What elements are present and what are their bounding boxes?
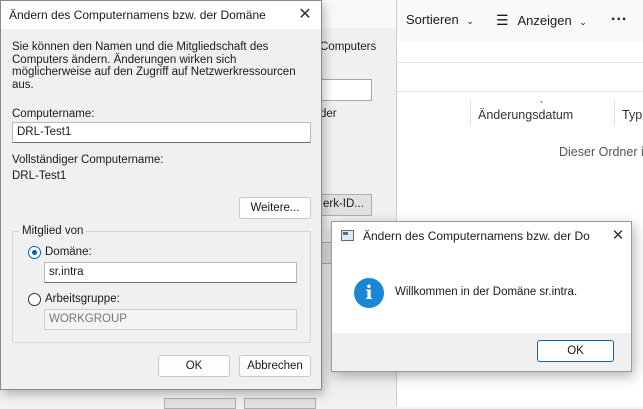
domain-value: sr.intra — [49, 266, 84, 278]
computer-name-input[interactable]: DRL-Test1 — [12, 122, 311, 143]
network-id-button-label: erk-ID... — [323, 198, 364, 210]
member-of-label: Mitglied von — [19, 225, 87, 237]
computer-name-label: Computername: — [12, 108, 95, 120]
view-icon: ☰ — [496, 12, 509, 28]
background-field — [320, 79, 372, 101]
more-button[interactable]: Weitere... — [239, 197, 311, 219]
column-header-date[interactable]: Änderungsdatum — [478, 108, 573, 122]
column-divider[interactable] — [614, 100, 615, 126]
background-button[interactable] — [164, 398, 236, 409]
dialog-description: Sie können den Namen und die Mitgliedsch… — [12, 41, 296, 91]
column-divider[interactable] — [470, 100, 471, 126]
network-id-button[interactable]: erk-ID... — [320, 194, 372, 216]
message-box-titlebar: Ändern des Computernamens bzw. der Do ✕ — [332, 222, 631, 250]
column-header-type-label: Typ — [622, 108, 643, 122]
view-button[interactable]: ☰ Anzeigen ⌄ — [496, 12, 587, 29]
computer-name-value: DRL-Test1 — [17, 126, 72, 138]
message-box-title: Ändern des Computernamens bzw. der Do — [363, 229, 590, 243]
chevron-down-icon: ⌄ — [579, 17, 587, 27]
full-name-value: DRL-Test1 — [12, 170, 67, 182]
sort-indicator-icon: ⌄ — [538, 96, 545, 105]
close-icon[interactable]: ✕ — [291, 3, 319, 27]
workgroup-radio[interactable] — [28, 293, 41, 306]
full-name-label: Vollständiger Computername: — [12, 154, 164, 166]
dialog-title: Ändern des Computernamens bzw. der Domän… — [9, 8, 266, 22]
welcome-message-box: Ändern des Computernamens bzw. der Do ✕ … — [331, 221, 632, 372]
cancel-button[interactable]: Abbrechen — [239, 355, 311, 377]
sort-button[interactable]: Sortieren ⌄ — [406, 12, 474, 27]
domain-radio[interactable] — [28, 246, 41, 259]
welcome-message: Willkommen in der Domäne sr.intra. — [395, 286, 578, 298]
workgroup-value: WORKGROUP — [49, 313, 127, 325]
column-header-type[interactable]: Typ — [622, 108, 642, 122]
address-area — [394, 62, 643, 92]
view-label: Anzeigen — [517, 13, 572, 28]
sort-label: Sortieren — [406, 12, 459, 27]
workgroup-input[interactable]: WORKGROUP — [44, 309, 297, 330]
window-icon — [341, 230, 354, 241]
background-button[interactable] — [244, 398, 316, 409]
message-ok-button[interactable]: OK — [537, 340, 614, 362]
message-box-body: i Willkommen in der Domäne sr.intra. — [332, 250, 631, 333]
background-text-der: der — [320, 108, 337, 120]
close-icon[interactable]: ✕ — [606, 224, 630, 248]
more-icon: ... — [611, 7, 628, 24]
change-computer-name-dialog: Ändern des Computernamens bzw. der Domän… — [0, 0, 322, 390]
domain-input[interactable]: sr.intra — [44, 262, 297, 283]
dialog-titlebar: Ändern des Computernamens bzw. der Domän… — [1, 1, 321, 29]
explorer-toolbar: Sortieren ⌄ ☰ Anzeigen ⌄ ... — [394, 0, 643, 42]
more-options-button[interactable]: ... — [611, 7, 627, 25]
domain-label: Domäne: — [45, 246, 92, 258]
chevron-down-icon: ⌄ — [466, 16, 474, 26]
background-text-computers: Computers — [320, 41, 377, 53]
empty-folder-text: Dieser Ordner is — [559, 145, 643, 159]
info-icon: i — [354, 278, 384, 308]
ok-button[interactable]: OK — [158, 355, 230, 377]
workgroup-label: Arbeitsgruppe: — [45, 293, 120, 305]
column-header-date-label: Änderungsdatum — [478, 108, 574, 122]
